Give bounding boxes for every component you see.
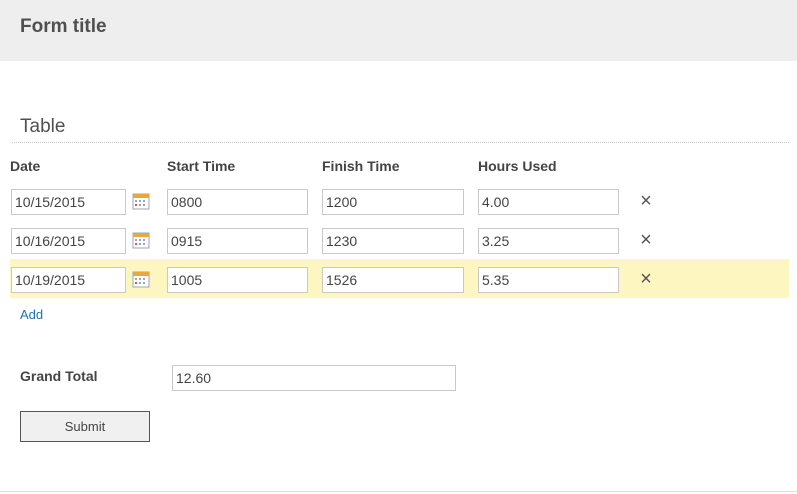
close-icon[interactable]: ×: [636, 269, 656, 289]
calendar-icon[interactable]: [132, 192, 150, 210]
column-header-finish-time: Finish Time: [322, 158, 400, 174]
grand-total-label: Grand Total: [20, 368, 98, 384]
close-icon[interactable]: ×: [636, 191, 656, 211]
section-title: Table: [20, 116, 66, 137]
column-header-start-time: Start Time: [167, 158, 236, 174]
start-time-input[interactable]: [167, 267, 308, 293]
calendar-icon[interactable]: [132, 270, 150, 288]
section-divider: [12, 142, 789, 143]
finish-time-input[interactable]: [322, 189, 464, 215]
table-row: ×: [10, 220, 789, 259]
form-header: Form title: [0, 0, 797, 61]
hours-used-input[interactable]: [478, 267, 619, 293]
table-row-highlighted: ×: [10, 259, 789, 298]
hours-used-input[interactable]: [478, 189, 619, 215]
start-time-input[interactable]: [167, 189, 308, 215]
hours-used-input[interactable]: [478, 228, 619, 254]
add-row-link[interactable]: Add: [20, 307, 43, 322]
date-input[interactable]: [11, 228, 126, 254]
form-title: Form title: [20, 16, 107, 37]
submit-button[interactable]: Submit: [20, 411, 150, 442]
calendar-icon[interactable]: [132, 231, 150, 249]
start-time-input[interactable]: [167, 228, 308, 254]
column-header-hours-used: Hours Used: [478, 158, 557, 174]
close-icon[interactable]: ×: [636, 230, 656, 250]
date-input[interactable]: [11, 267, 126, 293]
grand-total-field[interactable]: [172, 365, 456, 391]
finish-time-input[interactable]: [322, 267, 464, 293]
date-input[interactable]: [11, 189, 126, 215]
finish-time-input[interactable]: [322, 228, 464, 254]
table-row: ×: [10, 181, 789, 220]
column-header-date: Date: [10, 158, 41, 174]
bottom-divider: [0, 491, 797, 492]
